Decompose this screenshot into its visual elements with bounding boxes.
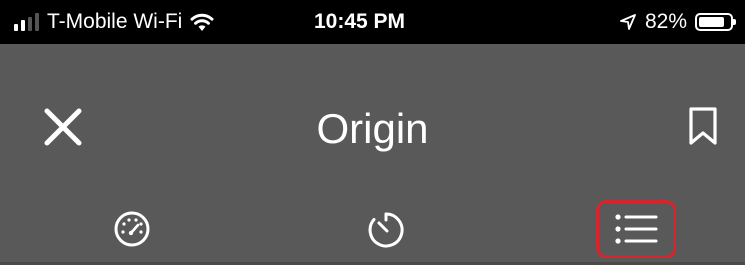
tab-timer[interactable] (346, 200, 426, 258)
wifi-icon (190, 13, 214, 31)
status-left: T-Mobile Wi-Fi (14, 0, 214, 44)
battery-icon (695, 13, 736, 31)
timer-icon (368, 212, 404, 248)
list-icon (615, 214, 658, 244)
status-bar: T-Mobile Wi-Fi 10:45 PM 82% (0, 0, 745, 44)
navigation-header: Origin (0, 44, 745, 194)
tab-bar (0, 194, 745, 265)
tab-speedometer[interactable] (92, 200, 172, 258)
bookmark-icon (689, 107, 717, 145)
location-arrow-icon (620, 14, 636, 30)
speedometer-icon (114, 211, 150, 247)
signal-strength-icon (14, 13, 39, 31)
status-right: 82% (619, 0, 736, 44)
carrier-name: T-Mobile Wi-Fi (47, 10, 183, 33)
tab-list[interactable] (596, 200, 676, 258)
battery-percentage: 82% (644, 10, 687, 33)
page-title: Origin (316, 105, 429, 152)
bookmark-button[interactable] (688, 106, 718, 146)
status-time: 10:45 PM (313, 10, 406, 33)
battery-level (699, 17, 724, 27)
